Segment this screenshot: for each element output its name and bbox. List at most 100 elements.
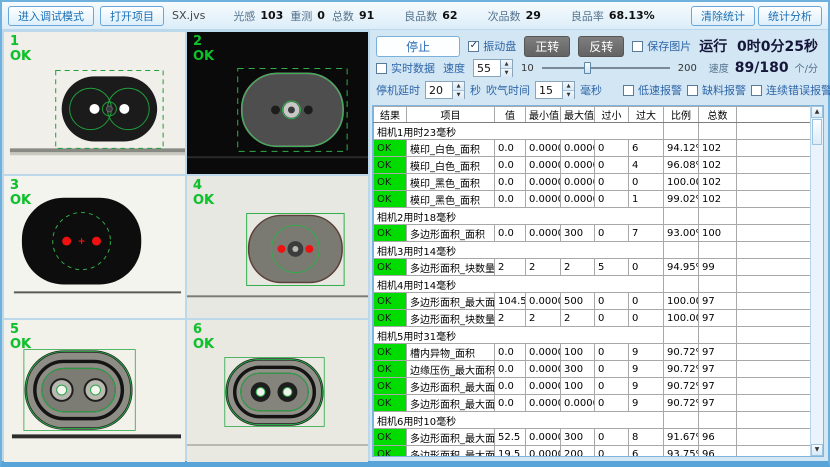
- value-cell: 0.0000: [526, 157, 561, 174]
- value-cell: 0.0: [495, 344, 526, 361]
- table-row[interactable]: OK多边形面积_最大面积19.50.00002000693.75%96: [374, 446, 811, 457]
- camera-6-status-label: 6 OK: [193, 322, 214, 352]
- col-header-value[interactable]: 值: [495, 107, 526, 123]
- table-row[interactable]: OK多边形面积_最大面积0.00.00001000990.72%97: [374, 378, 811, 395]
- value-cell: 0.0: [495, 395, 526, 412]
- col-header-ratio[interactable]: 比例: [664, 107, 699, 123]
- blow-time-label: 吹气时间: [486, 82, 530, 98]
- table-header-row: 结果 项目 值 最小值 最大值 过小 过大 比例 总数: [374, 107, 811, 123]
- scroll-down-icon[interactable]: ▼: [811, 444, 823, 456]
- item-cell: 多边形面积_块数量: [407, 310, 495, 327]
- camera-number: 3: [10, 178, 31, 193]
- spinner-up-icon[interactable]: ▲: [453, 82, 464, 91]
- spinner-up-icon[interactable]: ▲: [563, 82, 574, 91]
- filler-cell: [737, 242, 811, 259]
- spinner-down-icon[interactable]: ▼: [501, 69, 512, 77]
- forward-button[interactable]: 正转: [524, 36, 570, 57]
- clear-statistics-button[interactable]: 清除统计: [691, 6, 755, 26]
- table-row[interactable]: OK模印_白色_面积0.00.00000.00000496.08%102: [374, 157, 811, 174]
- stop-delay-spinner[interactable]: 20 ▲ ▼: [425, 81, 465, 99]
- stat-label: 光感: [233, 8, 255, 24]
- value-cell: 0: [595, 140, 629, 157]
- spinner-down-icon[interactable]: ▼: [453, 91, 464, 99]
- value-cell: 0: [595, 157, 629, 174]
- camera-result: OK: [10, 337, 31, 352]
- debug-mode-button[interactable]: 进入调试模式: [8, 6, 94, 26]
- table-row[interactable]: OK多边形面积_块数量2225094.95%99: [374, 259, 811, 276]
- table-row[interactable]: OK模印_黑色_面积0.00.00000.000000100.00%102: [374, 174, 811, 191]
- table-group-row[interactable]: 相机3用时14毫秒: [374, 242, 811, 259]
- camera-timing-label: 相机2用时18毫秒: [374, 208, 664, 225]
- value-cell: 200: [561, 446, 595, 457]
- stat-value: 68.13%: [609, 9, 655, 22]
- scroll-up-icon[interactable]: ▲: [811, 106, 823, 118]
- table-row[interactable]: OK多边形面积_最大面积52.50.00003000891.67%96: [374, 429, 811, 446]
- table-row[interactable]: OK多边形面积_块数量22200100.00%97: [374, 310, 811, 327]
- low-speed-alarm-checkbox[interactable]: 低速报警: [623, 82, 682, 98]
- checkbox-unchecked-icon: [687, 85, 698, 96]
- empty-cell: [664, 327, 699, 344]
- col-header-too-large[interactable]: 过大: [629, 107, 664, 123]
- col-header-min[interactable]: 最小值: [526, 107, 561, 123]
- filler-cell: [737, 157, 811, 174]
- col-header-max[interactable]: 最大值: [561, 107, 595, 123]
- speed-spinner-value: 55: [474, 60, 500, 76]
- col-header-too-small[interactable]: 过小: [595, 107, 629, 123]
- result-cell: OK: [374, 140, 407, 157]
- speed-slider[interactable]: [542, 61, 670, 75]
- checkbox-unchecked-icon: [376, 63, 387, 74]
- item-cell: 模印_白色_面积: [407, 140, 495, 157]
- spinner-down-icon[interactable]: ▼: [563, 91, 574, 99]
- value-cell: 102: [699, 174, 737, 191]
- table-row[interactable]: OK模印_黑色_面积0.00.00000.00000199.02%102: [374, 191, 811, 208]
- value-cell: 90.72%: [664, 344, 699, 361]
- col-header-item[interactable]: 项目: [407, 107, 495, 123]
- rate-display: 速度 89/180 个/分: [709, 60, 822, 76]
- value-cell: 7: [629, 225, 664, 242]
- value-cell: 100.00%: [664, 293, 699, 310]
- col-header-result[interactable]: 结果: [374, 107, 407, 123]
- table-group-row[interactable]: 相机4用时14毫秒: [374, 276, 811, 293]
- statistics-bar: 光感 103 重测 0 总数 91 良品数 62 次品数 29 良品率 68.1…: [233, 8, 656, 24]
- table-group-row[interactable]: 相机1用时23毫秒: [374, 123, 811, 140]
- value-cell: 0: [595, 174, 629, 191]
- material-shortage-alarm-checkbox[interactable]: 缺料报警: [687, 82, 746, 98]
- scrollbar-thumb[interactable]: [812, 119, 822, 145]
- table-group-row[interactable]: 相机2用时18毫秒: [374, 208, 811, 225]
- value-cell: 0.0000: [561, 395, 595, 412]
- stat-label: 重测: [290, 8, 312, 24]
- value-cell: 300: [561, 429, 595, 446]
- result-cell: OK: [374, 344, 407, 361]
- value-cell: 0.0: [495, 174, 526, 191]
- table-row[interactable]: OK槽内异物_面积0.00.00001000990.72%97: [374, 344, 811, 361]
- stop-button[interactable]: 停止: [376, 36, 460, 57]
- speed-spinner[interactable]: 55 ▲ ▼: [473, 59, 513, 77]
- table-group-row[interactable]: 相机5用时31毫秒: [374, 327, 811, 344]
- vibration-plate-checkbox[interactable]: ✓ 振动盘: [468, 38, 516, 54]
- table-group-row[interactable]: 相机6用时10毫秒: [374, 412, 811, 429]
- continuous-error-alarm-checkbox[interactable]: 连续错误报警: [751, 82, 830, 98]
- open-project-button[interactable]: 打开项目: [100, 6, 164, 26]
- camera-4-image: [187, 176, 368, 318]
- camera-number: 4: [193, 178, 214, 193]
- empty-cell: [699, 276, 737, 293]
- save-image-checkbox[interactable]: 保存图片: [632, 38, 691, 54]
- realtime-data-checkbox[interactable]: 实时数据: [376, 60, 435, 76]
- item-cell: 模印_白色_面积: [407, 157, 495, 174]
- vertical-scrollbar[interactable]: ▲ ▼: [810, 106, 823, 456]
- value-cell: 0.0000: [526, 191, 561, 208]
- table-row[interactable]: OK模印_白色_面积0.00.00000.00000694.12%102: [374, 140, 811, 157]
- table-row[interactable]: OK多边形面积_最大面积104.50.000050000100.00%97: [374, 293, 811, 310]
- spinner-up-icon[interactable]: ▲: [501, 60, 512, 69]
- filler-cell: [737, 293, 811, 310]
- statistics-analysis-button[interactable]: 统计分析: [758, 6, 822, 26]
- table-row[interactable]: OK多边形面积_最大面积0.00.00000.00000990.72%97: [374, 395, 811, 412]
- table-row[interactable]: OK多边形面积_面积0.00.00003000793.00%100: [374, 225, 811, 242]
- reverse-button[interactable]: 反转: [578, 36, 624, 57]
- slider-thumb[interactable]: [584, 62, 591, 74]
- value-cell: 0.0: [495, 225, 526, 242]
- blow-time-spinner[interactable]: 15 ▲ ▼: [535, 81, 575, 99]
- col-header-total[interactable]: 总数: [699, 107, 737, 123]
- table-row[interactable]: OK边缘压伤_最大面积0.00.00003000990.72%97: [374, 361, 811, 378]
- filler-cell: [737, 225, 811, 242]
